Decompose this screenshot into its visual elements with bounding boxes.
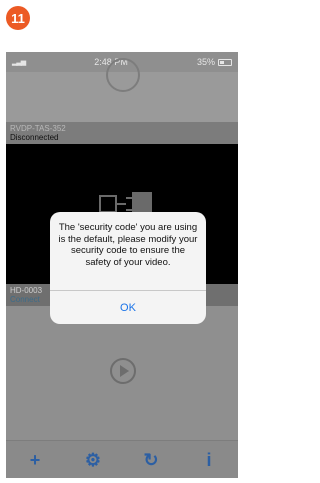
tab-settings[interactable]: ⚙ <box>64 441 122 478</box>
tab-add-device[interactable]: + <box>6 441 64 478</box>
camera-name: RVDP-TAS-352 <box>10 124 66 133</box>
logo-arc-icon <box>106 58 140 92</box>
tab-bar: + ⚙ ↻ i <box>6 440 238 478</box>
gear-icon: ⚙ <box>84 449 102 470</box>
refresh-icon: ↻ <box>143 449 159 470</box>
battery-indicator: 35% <box>197 57 232 67</box>
plus-icon: + <box>29 449 41 470</box>
alert-message: The 'security code' you are using is the… <box>58 222 198 268</box>
info-icon: i <box>206 449 212 470</box>
security-code-alert: The 'security code' you are using is the… <box>50 212 206 324</box>
ok-button[interactable]: OK <box>50 291 206 324</box>
camera-1-label[interactable]: RVDP-TAS-352 Disconnected <box>6 122 238 144</box>
battery-icon <box>217 58 232 66</box>
tab-refresh[interactable]: ↻ <box>122 441 180 478</box>
header-area <box>6 58 238 122</box>
camera-status: Disconnected <box>10 133 59 142</box>
step-badge: 11 <box>6 6 30 30</box>
play-icon[interactable] <box>110 358 136 384</box>
tab-info[interactable]: i <box>180 441 238 478</box>
battery-percent: 35% <box>196 57 215 67</box>
signal-bars-icon: ▂▃▅ <box>12 59 26 66</box>
camera-2-video[interactable] <box>6 306 238 440</box>
